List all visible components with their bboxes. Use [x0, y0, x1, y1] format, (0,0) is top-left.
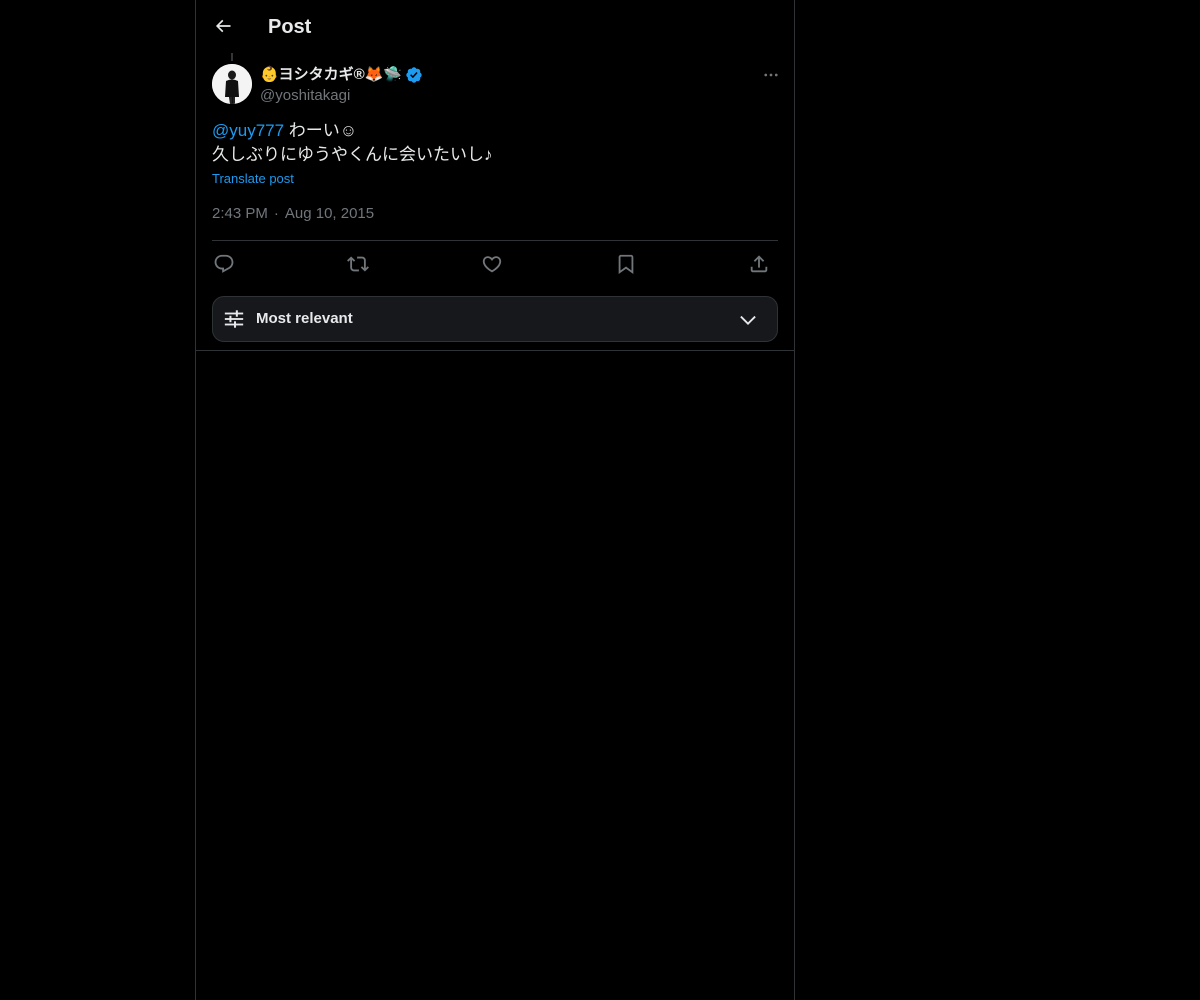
- author-name-row[interactable]: 👶ヨシタカギ®🦊🛸: [260, 64, 423, 86]
- author-display-name[interactable]: 👶ヨシタカギ®🦊🛸: [260, 65, 402, 85]
- reply-sort-dropdown[interactable]: Most relevant: [212, 296, 778, 342]
- translate-post-link[interactable]: Translate post: [212, 170, 294, 188]
- heart-icon: [481, 253, 503, 275]
- repost-icon: [347, 253, 369, 275]
- author-handle[interactable]: @yoshitakagi: [260, 86, 350, 106]
- mention-link[interactable]: @yuy777: [212, 121, 284, 140]
- meta-separator: ·: [273, 205, 279, 222]
- tweet-line-1: @yuy777 わーい☺: [212, 119, 778, 143]
- back-button[interactable]: [206, 9, 240, 43]
- main-column: Post 👶ヨシタカギ®🦊🛸 @yoshitakagi @yuy777 わーい☺…: [195, 0, 795, 1000]
- bookmark-button[interactable]: [614, 252, 638, 276]
- verified-badge-icon[interactable]: [405, 66, 423, 84]
- chevron-down-icon: [737, 309, 759, 331]
- bookmark-icon: [615, 253, 637, 275]
- action-bar: [212, 248, 778, 280]
- share-button[interactable]: [747, 252, 771, 276]
- arrow-left-icon: [213, 16, 233, 36]
- more-options-button[interactable]: [758, 64, 784, 86]
- page-title: Post: [268, 16, 312, 38]
- repost-button[interactable]: [346, 252, 370, 276]
- sort-label: Most relevant: [256, 310, 353, 327]
- tweet-text: @yuy777 わーい☺ 久しぶりにゆうやくんに会いたいし♪: [212, 119, 778, 167]
- tweet-line-1-text: わーい☺: [284, 121, 358, 140]
- tweet-time[interactable]: 2:43 PM: [212, 204, 268, 224]
- reply-icon: [213, 253, 235, 275]
- sliders-icon: [223, 308, 245, 330]
- more-horizontal-icon: [762, 66, 780, 84]
- reply-button[interactable]: [212, 252, 236, 276]
- tweet-date[interactable]: Aug 10, 2015: [285, 204, 374, 224]
- thread-connector-line: [231, 53, 233, 61]
- tweet-line-2: 久しぶりにゆうやくんに会いたいし♪: [212, 145, 493, 164]
- divider: [212, 240, 778, 241]
- avatar[interactable]: [212, 64, 252, 104]
- like-button[interactable]: [480, 252, 504, 276]
- section-divider: [196, 350, 794, 351]
- header: Post: [196, 0, 794, 53]
- tweet-timestamp[interactable]: 2:43 PM · Aug 10, 2015: [212, 204, 374, 224]
- share-icon: [748, 253, 770, 275]
